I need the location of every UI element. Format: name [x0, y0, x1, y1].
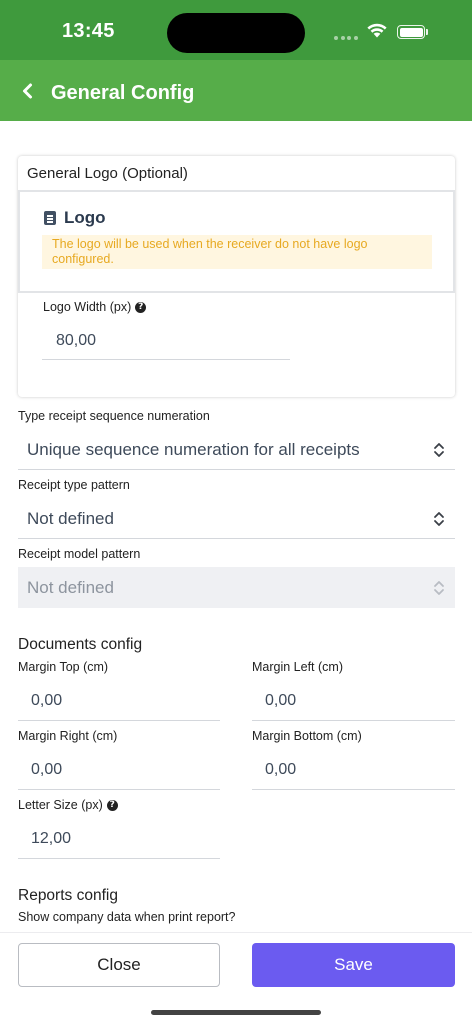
- select-chevron-icon: [434, 581, 444, 595]
- card-title: General Logo (Optional): [27, 165, 188, 182]
- margin-left-input[interactable]: 0,00: [265, 692, 296, 710]
- margin-bottom-underline: [252, 789, 455, 790]
- model-pattern-select: Not defined: [27, 578, 114, 597]
- page-title: General Config: [51, 82, 195, 104]
- dynamic-island: [167, 13, 305, 53]
- logo-warning: The logo will be used when the receiver …: [42, 235, 432, 269]
- sequence-label: Type receipt sequence numeration: [18, 409, 210, 423]
- type-pattern-select[interactable]: Not defined: [27, 509, 114, 529]
- signal-icon: [334, 36, 360, 40]
- save-button[interactable]: Save: [252, 943, 455, 987]
- battery-icon: [397, 25, 425, 39]
- logo-heading: Logo: [44, 208, 106, 228]
- close-button[interactable]: Close: [18, 943, 220, 987]
- logo-upload-box[interactable]: Logo The logo will be used when the rece…: [18, 190, 455, 293]
- logo-width-underline: [42, 359, 290, 360]
- letter-size-underline: [18, 858, 220, 859]
- logo-heading-text: Logo: [64, 208, 106, 227]
- letter-size-label: Letter Size (px) ?: [18, 798, 118, 812]
- margin-top-underline: [18, 720, 220, 721]
- documents-config-title: Documents config: [18, 636, 143, 653]
- type-pattern-underline: [18, 538, 455, 539]
- type-pattern-label: Receipt type pattern: [18, 478, 130, 492]
- margin-bottom-input[interactable]: 0,00: [265, 761, 296, 779]
- margin-bottom-label: Margin Bottom (cm): [252, 729, 362, 743]
- back-chevron-icon[interactable]: [18, 80, 38, 102]
- margin-top-input[interactable]: 0,00: [31, 692, 62, 710]
- sequence-underline: [18, 469, 455, 470]
- reports-config-title: Reports config: [18, 887, 118, 904]
- document-icon: [44, 211, 56, 225]
- margin-left-label: Margin Left (cm): [252, 660, 343, 674]
- wifi-icon: [367, 23, 387, 38]
- home-indicator: [151, 1010, 321, 1015]
- margin-right-input[interactable]: 0,00: [31, 761, 62, 779]
- select-chevron-icon: [434, 512, 444, 526]
- model-pattern-label: Receipt model pattern: [18, 547, 141, 561]
- battery-tip: [426, 29, 428, 35]
- sequence-select[interactable]: Unique sequence numeration for all recei…: [27, 440, 360, 460]
- margin-left-underline: [252, 720, 455, 721]
- logo-width-input[interactable]: 80,00: [56, 332, 96, 350]
- show-company-label: Show company data when print report?: [18, 910, 236, 924]
- help-icon[interactable]: ?: [106, 799, 118, 811]
- logo-width-label-text: Logo Width (px): [43, 300, 132, 314]
- margin-right-underline: [18, 789, 220, 790]
- select-chevron-icon: [434, 443, 444, 457]
- margin-top-label: Margin Top (cm): [18, 660, 109, 674]
- help-icon[interactable]: ?: [135, 301, 147, 313]
- letter-size-label-text: Letter Size (px): [18, 798, 103, 812]
- status-bar: 13:45: [0, 0, 472, 60]
- status-time: 13:45: [62, 20, 115, 42]
- margin-right-label: Margin Right (cm): [18, 729, 118, 743]
- letter-size-input[interactable]: 12,00: [31, 830, 71, 848]
- general-logo-card: General Logo (Optional) Logo The logo wi…: [18, 156, 455, 397]
- logo-width-label: Logo Width (px) ?: [43, 300, 147, 314]
- bottom-action-bar: Close Save: [0, 932, 472, 1024]
